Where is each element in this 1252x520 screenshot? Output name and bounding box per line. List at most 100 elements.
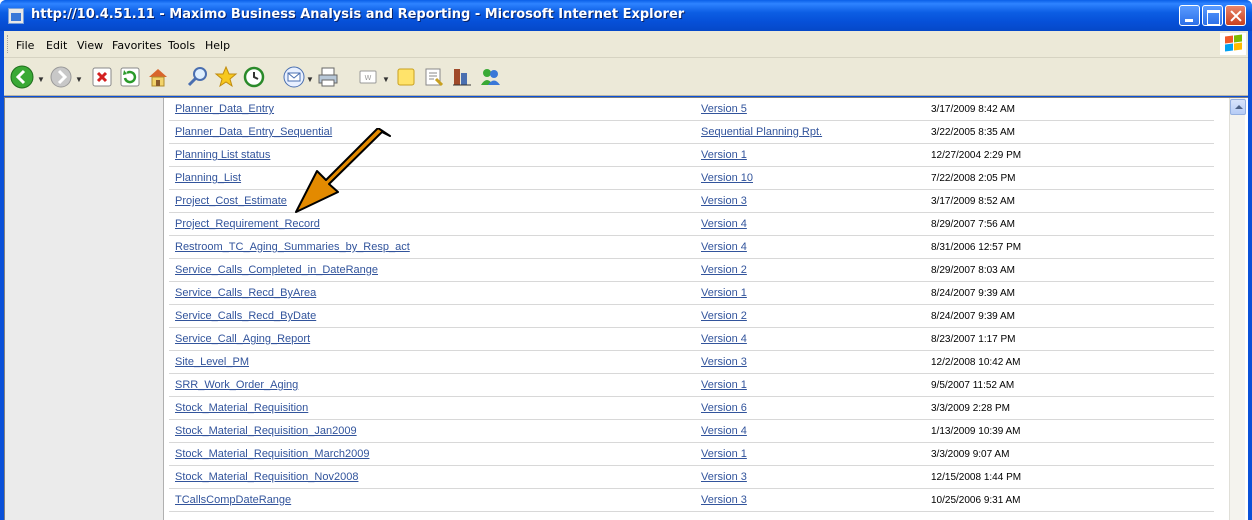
window-title: http://10.4.51.11 - Maximo Business Anal…: [31, 7, 685, 22]
report-version-link[interactable]: Version 3: [701, 471, 747, 483]
report-version-link[interactable]: Version 1: [701, 448, 747, 460]
search-icon[interactable]: [186, 65, 210, 89]
report-version-link[interactable]: Version 3: [701, 195, 747, 207]
report-date: 9/5/2007 11:52 AM: [931, 380, 1015, 391]
report-version-link[interactable]: Version 6: [701, 402, 747, 414]
stats-icon[interactable]: [450, 65, 474, 89]
edit-dropdown-icon[interactable]: ▼: [382, 75, 390, 84]
report-date: 3/17/2009 8:52 AM: [931, 196, 1015, 207]
report-name-link[interactable]: Stock_Material_Requisition_March2009: [175, 448, 369, 460]
table-row: Stock_Material_Requisition_Nov2008 Versio…: [169, 466, 1219, 489]
report-name-link[interactable]: Stock_Material_Requisition_Nov2008: [175, 471, 358, 483]
back-dropdown-icon[interactable]: ▼: [37, 75, 45, 84]
table-row: Stock_Material_Requisition_Jan2009 Versio…: [169, 420, 1219, 443]
favorites-icon[interactable]: [214, 65, 238, 89]
report-version-link[interactable]: Version 3: [701, 356, 747, 368]
vertical-scrollbar[interactable]: [1229, 98, 1246, 520]
left-navigation-panel: [5, 98, 164, 520]
table-row: Service_Calls_Completed_in_DateRange Vers…: [169, 259, 1219, 282]
report-name-link[interactable]: Site_Level_PM: [175, 356, 249, 368]
menu-tools[interactable]: Tools: [168, 39, 195, 52]
report-version-link[interactable]: Version 5: [701, 103, 747, 115]
report-date: 3/3/2009 9:07 AM: [931, 449, 1010, 460]
menu-grip: [7, 35, 10, 53]
report-version-link[interactable]: Version 1: [701, 149, 747, 161]
print-icon[interactable]: [316, 65, 340, 89]
minimize-button[interactable]: [1179, 5, 1200, 26]
report-name-link[interactable]: Planning_List: [175, 172, 241, 184]
menu-favorites[interactable]: Favorites: [112, 39, 162, 52]
maximize-button[interactable]: [1202, 5, 1223, 26]
report-version-link[interactable]: Version 4: [701, 241, 747, 253]
back-icon[interactable]: [10, 65, 34, 89]
annotation-arrow-icon: [295, 128, 391, 213]
report-name-link[interactable]: Planning List status: [175, 149, 270, 161]
report-date: 3/3/2009 2:28 PM: [931, 403, 1010, 414]
research-icon[interactable]: [422, 65, 446, 89]
menu-edit[interactable]: Edit: [46, 39, 67, 52]
forward-icon[interactable]: [49, 65, 73, 89]
report-version-link[interactable]: Version 2: [701, 264, 747, 276]
menu-view[interactable]: View: [77, 39, 103, 52]
table-row: Site_Level_PM Version 3 12/2/2008 10:42 AM: [169, 351, 1219, 374]
report-name-link[interactable]: Service_Calls_Recd_ByArea: [175, 287, 316, 299]
report-date: 8/23/2007 1:17 PM: [931, 334, 1016, 345]
table-row: Planner_Data_Entry Version 5 3/17/2009 8:4…: [169, 98, 1219, 121]
mail-icon[interactable]: [282, 65, 306, 89]
edit-icon[interactable]: W: [356, 65, 380, 89]
report-name-link[interactable]: Stock_Material_Requisition_Jan2009: [175, 425, 357, 437]
report-name-link[interactable]: Restroom_TC_Aging_Summaries_by_Resp_act: [175, 241, 410, 253]
messenger-icon[interactable]: [478, 65, 502, 89]
report-version-link[interactable]: Version 4: [701, 333, 747, 345]
mail-dropdown-icon[interactable]: ▼: [306, 75, 314, 84]
report-name-link[interactable]: Service_Calls_Completed_in_DateRange: [175, 264, 378, 276]
report-version-link[interactable]: Version 3: [701, 494, 747, 506]
report-date: 7/22/2008 2:05 PM: [931, 173, 1016, 184]
menu-file[interactable]: File: [16, 39, 34, 52]
report-version-link[interactable]: Version 10: [701, 172, 753, 184]
report-version-link[interactable]: Sequential Planning Rpt.: [701, 126, 822, 138]
report-name-link[interactable]: Planner_Data_Entry: [175, 103, 274, 115]
table-row: Stock_Material_Requisition Version 6 3/3/2…: [169, 397, 1219, 420]
forward-dropdown-icon[interactable]: ▼: [75, 75, 83, 84]
table-row: Restroom_TC_Aging_Summaries_by_Resp_act V…: [169, 236, 1219, 259]
scroll-up-button[interactable]: [1230, 99, 1246, 115]
home-icon[interactable]: [146, 65, 170, 89]
toolbar: ▼ ▼ ▼ W ▼: [4, 58, 1248, 96]
windows-logo-icon: [1220, 33, 1246, 55]
discuss-icon[interactable]: [394, 65, 418, 89]
report-name-link[interactable]: Service_Call_Aging_Report: [175, 333, 310, 345]
report-version-link[interactable]: Version 1: [701, 379, 747, 391]
report-date: 8/29/2007 7:56 AM: [931, 219, 1015, 230]
report-name-link[interactable]: Project_Requirement_Record: [175, 218, 320, 230]
menu-help[interactable]: Help: [205, 39, 230, 52]
report-date: 12/2/2008 10:42 AM: [931, 357, 1021, 368]
report-date: 8/24/2007 9:39 AM: [931, 288, 1015, 299]
menu-bar: File Edit View Favorites Tools Help: [4, 31, 1248, 58]
report-version-link[interactable]: Version 4: [701, 218, 747, 230]
report-date: 12/15/2008 1:44 PM: [931, 472, 1022, 483]
report-date: 8/31/2006 12:57 PM: [931, 242, 1022, 253]
report-name-link[interactable]: Project_Cost_Estimate: [175, 195, 287, 207]
report-date: 3/17/2009 8:42 AM: [931, 104, 1015, 115]
stop-icon[interactable]: [90, 65, 114, 89]
report-version-link[interactable]: Version 1: [701, 287, 747, 299]
close-button[interactable]: [1225, 5, 1246, 26]
report-version-link[interactable]: Version 2: [701, 310, 747, 322]
report-name-link[interactable]: Service_Calls_Recd_ByDate: [175, 310, 316, 322]
report-date: 3/22/2005 8:35 AM: [931, 127, 1015, 138]
report-name-link[interactable]: Stock_Material_Requisition: [175, 402, 308, 414]
table-row: Service_Calls_Recd_ByDate Version 2 8/24/2…: [169, 305, 1219, 328]
report-version-link[interactable]: Version 4: [701, 425, 747, 437]
table-row: Stock_Material_Requisition_March2009 Vers…: [169, 443, 1219, 466]
browser-window: http://10.4.51.11 - Maximo Business Anal…: [0, 0, 1252, 520]
page-content: Planner_Data_Entry Version 5 3/17/2009 8:4…: [4, 97, 1248, 520]
title-bar[interactable]: http://10.4.51.11 - Maximo Business Anal…: [0, 0, 1252, 31]
report-name-link[interactable]: SRR_Work_Order_Aging: [175, 379, 298, 391]
table-row: Service_Call_Aging_Report Version 4 8/23/2…: [169, 328, 1219, 351]
history-icon[interactable]: [242, 65, 266, 89]
report-name-link[interactable]: TCallsCompDateRange: [175, 494, 291, 506]
refresh-icon[interactable]: [118, 65, 142, 89]
report-date: 8/24/2007 9:39 AM: [931, 311, 1015, 322]
table-row: Service_Calls_Recd_ByArea Version 1 8/24/2…: [169, 282, 1219, 305]
